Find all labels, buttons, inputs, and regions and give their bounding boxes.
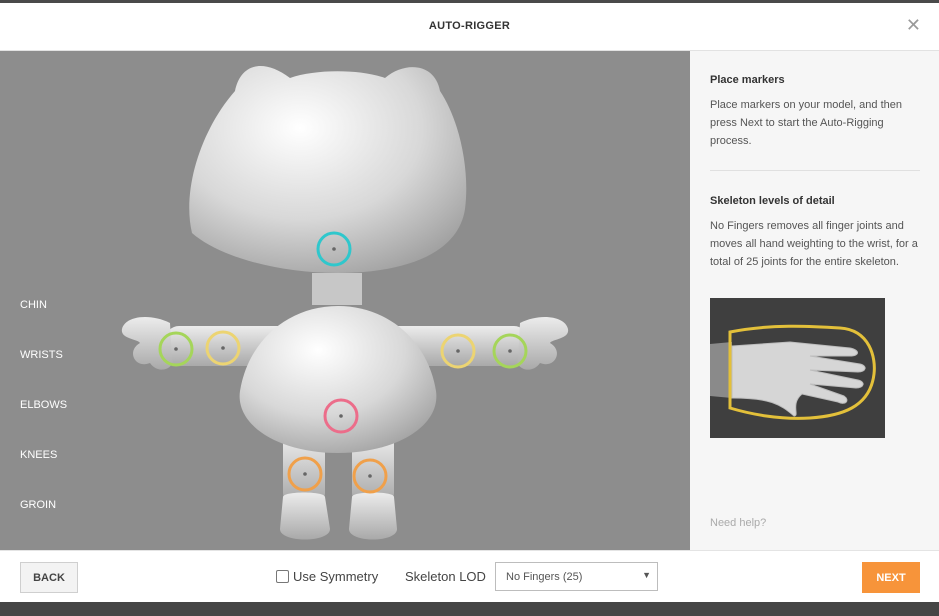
neck: [312, 273, 362, 305]
background-strip: [0, 602, 939, 616]
marker-label-elbows[interactable]: ELBOWS: [20, 399, 67, 411]
skeleton-lod-value: No Fingers (25): [506, 570, 583, 583]
marker-label-wrists[interactable]: WRISTS: [20, 349, 63, 361]
marker-label-knees[interactable]: KNEES: [20, 449, 57, 461]
symmetry-toggle[interactable]: Use Symmetry: [276, 569, 378, 584]
next-button[interactable]: NEXT: [862, 562, 920, 593]
head: [189, 66, 467, 273]
skeleton-lod-label: Skeleton LOD: [405, 569, 486, 584]
dialog-footer: BACK Use Symmetry Skeleton LOD No Finger…: [0, 550, 939, 602]
back-button[interactable]: BACK: [20, 562, 78, 593]
sidebar-divider: [710, 170, 920, 171]
auto-rigger-dialog: AUTO-RIGGER ✕ CHIN WRISTS ELBOWS KNEES G…: [0, 3, 939, 602]
instructions-sidebar: Place markers Place markers on your mode…: [690, 51, 939, 550]
marker-label-chin[interactable]: CHIN: [20, 299, 47, 311]
skeleton-lod-select[interactable]: No Fingers (25) ▼: [495, 562, 658, 591]
character-model: [121, 66, 569, 540]
need-help-link[interactable]: Need help?: [710, 517, 766, 529]
dialog-header: AUTO-RIGGER ✕: [0, 3, 939, 51]
hand-preview-image: [710, 298, 885, 438]
right-foot: [349, 492, 397, 540]
symmetry-checkbox[interactable]: [276, 570, 289, 583]
model-viewport[interactable]: CHIN WRISTS ELBOWS KNEES GROIN: [0, 51, 690, 550]
marker-label-groin[interactable]: GROIN: [20, 499, 56, 511]
place-markers-heading: Place markers: [710, 74, 785, 86]
lod-heading: Skeleton levels of detail: [710, 195, 835, 207]
lod-text: No Fingers removes all finger joints and…: [710, 220, 918, 268]
dialog-title: AUTO-RIGGER: [428, 20, 511, 32]
left-foot: [280, 492, 330, 540]
place-markers-text: Place markers on your model, and then pr…: [710, 99, 902, 147]
chevron-down-icon: ▼: [642, 570, 651, 580]
close-icon[interactable]: ✕: [906, 16, 921, 34]
symmetry-label: Use Symmetry: [293, 569, 379, 584]
